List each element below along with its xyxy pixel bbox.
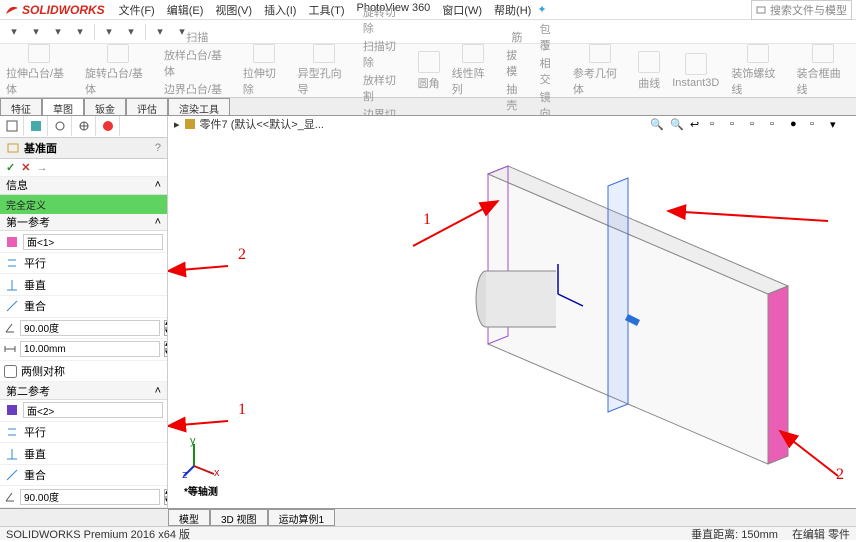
pm-tab-property[interactable]	[24, 116, 48, 136]
ref1-section[interactable]: 第一参考˄	[0, 214, 167, 232]
ribbon-ref-geom[interactable]: 参考几何体	[567, 44, 632, 97]
pm-tab-feature-tree[interactable]	[0, 116, 24, 136]
help-icon[interactable]: ?	[155, 142, 161, 154]
pm-tab-appearance[interactable]	[96, 116, 120, 136]
save-icon[interactable]: ▾	[50, 24, 66, 40]
status-fully-defined: 完全定义	[0, 195, 167, 214]
parallel-icon[interactable]	[4, 255, 20, 271]
menu-window[interactable]: 窗口(W)	[442, 2, 482, 18]
status-distance: 垂直距离: 150mm	[691, 526, 778, 542]
new-icon[interactable]: ▾	[6, 24, 22, 40]
bothsides-checkbox[interactable]	[4, 365, 17, 378]
ribbon-extrude-boss[interactable]: 拉伸凸台/基体	[0, 44, 79, 97]
status-mode: 在编辑 零件	[792, 526, 850, 542]
annotation-arrows	[168, 116, 856, 516]
ctx-tab-feature[interactable]: 特征	[0, 98, 42, 115]
ribbon-hole-wizard[interactable]: 异型孔向导	[292, 44, 357, 97]
print-icon[interactable]: ▾	[72, 24, 88, 40]
ok-button[interactable]: ✓	[6, 161, 15, 174]
anno-2b: 2	[836, 466, 844, 484]
search-box[interactable]: 搜索文件与模型	[751, 0, 852, 20]
ribbon-sweep[interactable]: 扫描 放样凸台/基体 边界凸台/基体	[158, 44, 237, 97]
context-tabs: 特征 草图 钣金 评估 渲染工具	[0, 98, 856, 116]
perpendicular-icon[interactable]	[4, 277, 20, 293]
ref1-distance-input[interactable]	[20, 341, 160, 357]
ref2-angle-input[interactable]	[20, 489, 160, 505]
ribbon-curves[interactable]: 曲线	[632, 44, 666, 97]
menu-view[interactable]: 视图(V)	[215, 2, 252, 18]
ctx-tab-evaluate[interactable]: 评估	[126, 98, 168, 115]
ribbon-revolve-boss[interactable]: 旋转凸台/基体	[79, 44, 158, 97]
cancel-button[interactable]: ✕	[21, 161, 30, 174]
status-version: SOLIDWORKS Premium 2016 x64 版	[6, 526, 190, 542]
pm-tab-config[interactable]	[48, 116, 72, 136]
svg-text:z: z	[182, 469, 188, 478]
info-section[interactable]: 信息˄	[0, 177, 167, 195]
ref1-face-input[interactable]	[23, 234, 163, 250]
quick-toolbar: ▾ ▾ ▾ ▾ ▾ ▾ ▾ ▾	[0, 20, 856, 44]
menu-bar: 文件(F) 编辑(E) 视图(V) 插入(I) 工具(T) PhotoView …	[119, 2, 532, 18]
panel-title: 基准面	[24, 140, 57, 156]
svg-text:y: y	[190, 438, 196, 447]
pm-tab-dim[interactable]	[72, 116, 96, 136]
svg-text:x: x	[214, 467, 220, 478]
anno-2a: 2	[238, 246, 246, 264]
face-icon	[4, 402, 19, 418]
face-icon	[4, 234, 19, 250]
undo-icon[interactable]: ▾	[101, 24, 117, 40]
ref2-face-input[interactable]	[23, 402, 163, 418]
menu-file[interactable]: 文件(F)	[119, 2, 155, 18]
chevron-up-icon: ˄	[155, 385, 161, 397]
ribbon-fitspline[interactable]: 装合框曲线	[791, 44, 856, 97]
rebuild-icon[interactable]: ▾	[152, 24, 168, 40]
coincident-icon[interactable]	[4, 298, 20, 314]
perpendicular-icon[interactable]	[4, 446, 20, 462]
chevron-up-icon: ˄	[155, 216, 161, 228]
ribbon-wrap[interactable]: 包覆 相交 镜向	[534, 44, 567, 97]
anno-1b: 1	[238, 401, 246, 419]
menu-edit[interactable]: 编辑(E)	[167, 2, 204, 18]
ribbon-revolve-cut[interactable]: 旋转切除 扫描切除 放样切割 边界切除	[357, 44, 412, 97]
pin-icon[interactable]: ✦	[537, 3, 546, 16]
ribbon-fillet[interactable]: 圆角	[412, 44, 446, 97]
graphics-viewport[interactable]: ▸ 零件7 (默认<<默认>_显... 🔍 🔍 ↩ ▫ ▫ ▫ ▫ ● ▫ ▾	[168, 116, 856, 508]
coincident-icon[interactable]	[4, 467, 20, 483]
ctx-tab-sketch[interactable]: 草图	[42, 98, 84, 115]
status-bar: SOLIDWORKS Premium 2016 x64 版 垂直距离: 150m…	[0, 526, 856, 540]
open-icon[interactable]: ▾	[28, 24, 44, 40]
view-name: *等轴测	[184, 483, 218, 498]
distance-icon	[4, 341, 16, 357]
ribbon-thread[interactable]: 装饰螺纹线	[725, 44, 790, 97]
menu-help[interactable]: 帮助(H)	[494, 2, 531, 18]
angle-icon	[4, 320, 16, 336]
ribbon-linear-pattern[interactable]: 线性阵列	[446, 44, 501, 97]
ref2-section[interactable]: 第二参考˄	[0, 382, 167, 400]
panel-title-row: 基准面 ?	[0, 138, 167, 160]
ctx-tab-sheetmetal[interactable]: 钣金	[84, 98, 126, 115]
ribbon: 拉伸凸台/基体 旋转凸台/基体 扫描 放样凸台/基体 边界凸台/基体 拉伸切除 …	[0, 44, 856, 98]
chevron-up-icon: ˄	[155, 179, 161, 191]
menu-tools[interactable]: 工具(T)	[308, 2, 344, 18]
anno-1a: 1	[423, 211, 431, 229]
redo-icon[interactable]: ▾	[123, 24, 139, 40]
ctx-tab-render[interactable]: 渲染工具	[168, 98, 230, 115]
ribbon-rib[interactable]: 筋 拔模 抽壳	[500, 44, 533, 97]
app-logo: SOLIDWORKS	[4, 2, 105, 18]
menu-insert[interactable]: 插入(I)	[264, 2, 296, 18]
pushpin-icon[interactable]: →	[36, 162, 47, 174]
ribbon-extrude-cut[interactable]: 拉伸切除	[237, 44, 292, 97]
parallel-icon[interactable]	[4, 424, 20, 440]
plane-icon	[6, 141, 20, 155]
ribbon-instant3d[interactable]: Instant3D	[666, 44, 725, 97]
ref1-angle-input[interactable]	[20, 320, 160, 336]
angle-icon	[4, 489, 16, 505]
folder-icon	[756, 5, 766, 15]
property-panel: 基准面 ? ✓ ✕ → 信息˄ 完全定义 第一参考˄ 平行 垂直 重合 ▴▾ ▴…	[0, 116, 168, 508]
view-triad[interactable]: y x z	[182, 438, 222, 478]
